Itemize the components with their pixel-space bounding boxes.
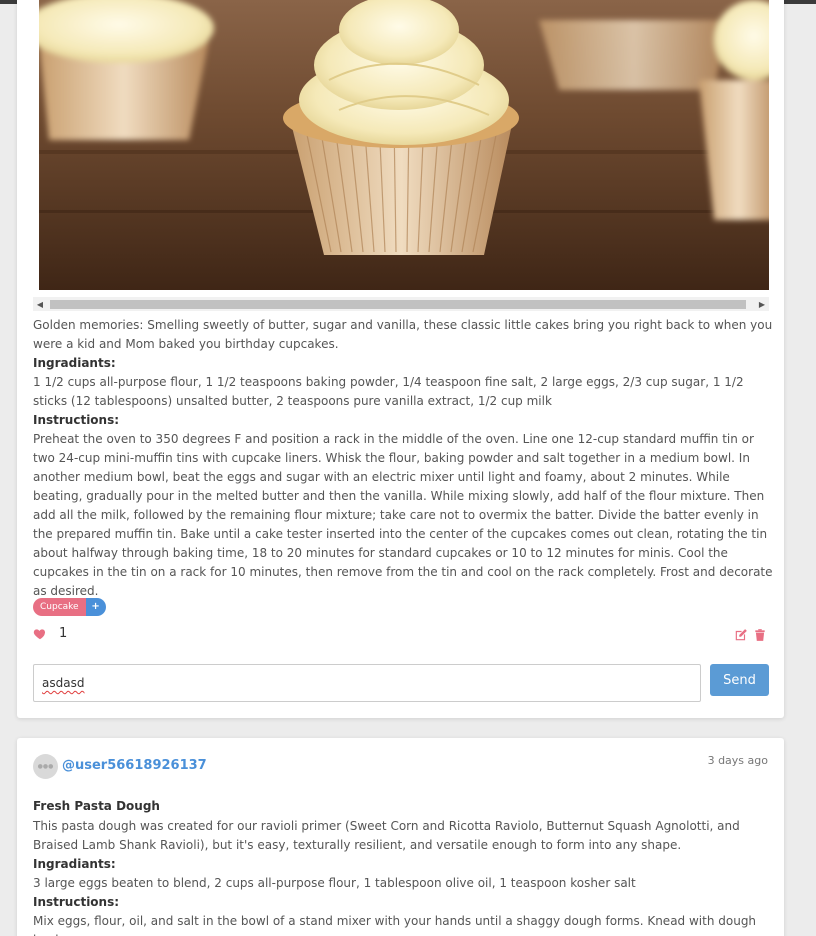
tag-list: Cupcake + xyxy=(33,598,106,616)
recipe-card: ●●● @user56618926137 3 days ago Fresh Pa… xyxy=(17,738,784,936)
like-count: 1 xyxy=(59,626,68,641)
arrow-right-icon[interactable]: ▶ xyxy=(755,297,769,311)
post-actions xyxy=(734,628,767,642)
avatar[interactable]: ●●● xyxy=(33,754,58,779)
horizontal-scrollbar[interactable]: ◀ ▶ xyxy=(33,297,769,311)
recipe-title: Fresh Pasta Dough xyxy=(33,799,160,813)
ingredients-label: Ingradiants: xyxy=(33,857,116,871)
recipe-card: ◀ ▶ Golden memories: Smelling sweetly of… xyxy=(17,0,784,718)
heart-icon[interactable] xyxy=(33,627,47,641)
ingredients-label: Ingradiants: xyxy=(33,356,116,370)
instructions-text: Mix eggs, flour, oil, and salt in the bo… xyxy=(33,914,757,936)
like-row: 1 xyxy=(33,626,67,641)
trash-icon[interactable] xyxy=(753,628,767,642)
cupcake-image xyxy=(39,0,769,290)
instructions-text: Preheat the oven to 350 degrees F and po… xyxy=(33,432,773,598)
add-tag-button[interactable]: + xyxy=(85,598,106,616)
username-link[interactable]: @user56618926137 xyxy=(62,758,207,773)
recipe-description: This pasta dough was created for our rav… xyxy=(33,819,740,852)
tag-cupcake[interactable]: Cupcake xyxy=(33,598,86,616)
instructions-label: Instructions: xyxy=(33,895,120,909)
edit-icon[interactable] xyxy=(734,628,748,642)
arrow-left-icon[interactable]: ◀ xyxy=(33,297,47,311)
ingredients-text: 3 large eggs beaten to blend, 2 cups all… xyxy=(33,876,636,890)
ingredients-text: 1 1/2 cups all-purpose flour, 1 1/2 teas… xyxy=(33,375,744,408)
recipe-photo xyxy=(39,0,769,290)
recipe-description: Golden memories: Smelling sweetly of but… xyxy=(33,318,773,351)
scroll-thumb[interactable] xyxy=(50,300,746,309)
send-button[interactable]: Send xyxy=(710,664,769,696)
instructions-label: Instructions: xyxy=(33,413,120,427)
comment-input[interactable]: asdasd xyxy=(33,664,701,702)
post-timestamp: 3 days ago xyxy=(707,754,768,767)
